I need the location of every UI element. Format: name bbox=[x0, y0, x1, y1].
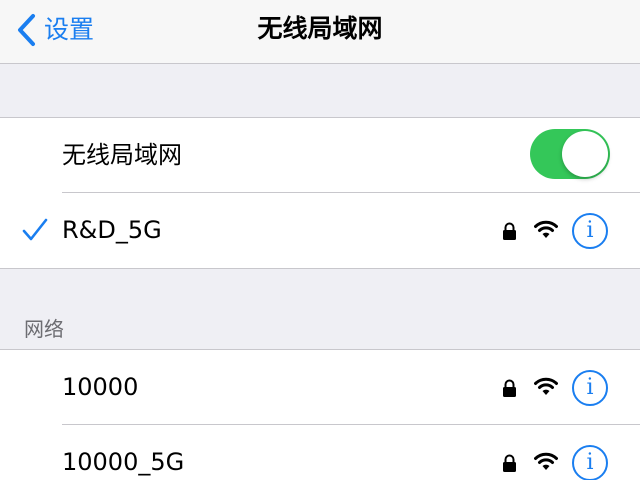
lock-icon bbox=[503, 379, 516, 397]
lock-icon bbox=[503, 454, 516, 472]
wifi-icon bbox=[534, 452, 558, 470]
connected-network-row[interactable]: R&D_5G i bbox=[0, 193, 640, 268]
info-icon[interactable]: i bbox=[572, 213, 608, 249]
info-icon[interactable]: i bbox=[572, 445, 608, 480]
wifi-toggle-switch[interactable] bbox=[530, 129, 610, 179]
page-title: 无线局域网 bbox=[257, 14, 383, 43]
section-header: 网络 bbox=[24, 317, 64, 341]
navigation-bar: 设置 无线局域网 bbox=[0, 0, 640, 64]
wifi-group: 无线局域网 R&D_5G i bbox=[0, 117, 640, 269]
toggle-knob bbox=[562, 131, 608, 177]
network-row[interactable]: 10000 i bbox=[0, 350, 640, 425]
checkmark-icon bbox=[22, 218, 48, 241]
network-row[interactable]: 10000_5G i bbox=[0, 425, 640, 480]
wifi-toggle-label: 无线局域网 bbox=[62, 141, 182, 169]
network-name: 10000 bbox=[62, 373, 139, 401]
wifi-icon bbox=[534, 220, 558, 238]
wifi-toggle-row: 无线局域网 bbox=[0, 118, 640, 193]
connected-network-name: R&D_5G bbox=[62, 216, 162, 244]
lock-icon bbox=[503, 222, 516, 240]
info-icon[interactable]: i bbox=[572, 370, 608, 406]
networks-group: 10000 i 10000_5G i bbox=[0, 349, 640, 480]
wifi-icon bbox=[534, 377, 558, 395]
network-name: 10000_5G bbox=[62, 448, 185, 476]
